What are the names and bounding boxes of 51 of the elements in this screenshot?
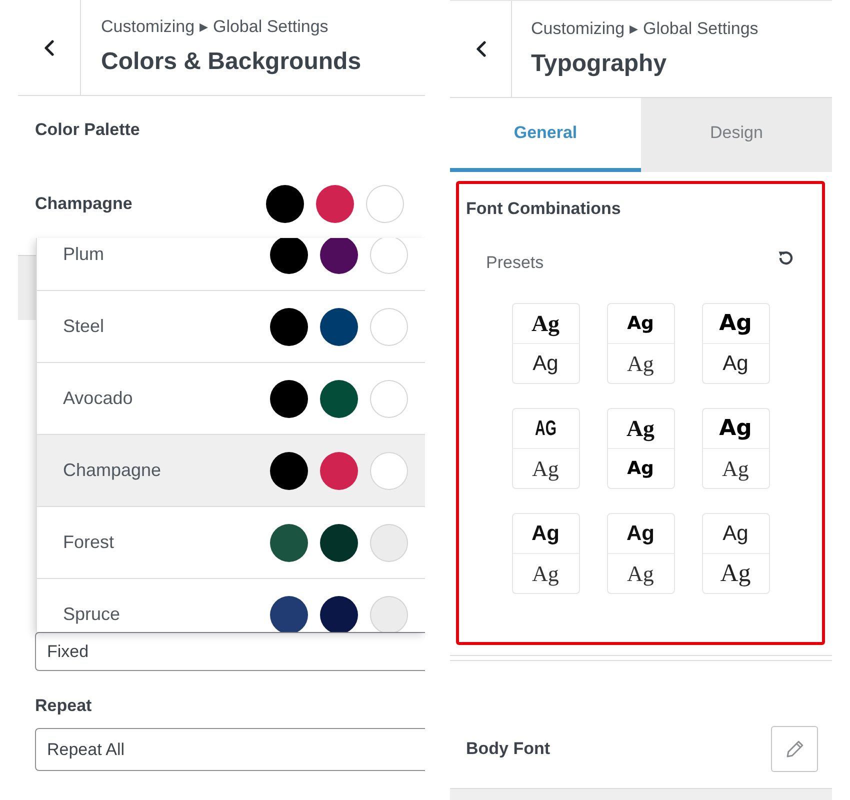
presets-label: Presets [486, 253, 544, 273]
palette-option[interactable]: Steel [37, 291, 425, 363]
section-label: Color Palette [35, 120, 140, 140]
reset-icon [778, 250, 794, 266]
font-preset[interactable]: Ag Ag [512, 513, 580, 594]
field-label: Body Font [466, 739, 550, 759]
body-sample: Ag [532, 458, 559, 480]
heading-sample: Ag [626, 417, 655, 440]
body-sample: Ag [720, 561, 751, 586]
breadcrumb-text: Customizing ▸ Global Settings [101, 17, 328, 37]
palette-option[interactable]: Forest [37, 507, 425, 579]
heading-sample: Ag [531, 312, 560, 335]
palette-name: Champagne [35, 194, 132, 214]
reset-button[interactable] [778, 250, 794, 266]
body-sample: Ag [627, 460, 654, 478]
body-sample: Ag [722, 353, 748, 374]
panel-title: Typography [531, 49, 667, 79]
palette-option[interactable]: Spruce [37, 579, 425, 632]
body-sample: Ag [532, 353, 558, 374]
repeat-select[interactable]: Repeat All [35, 728, 425, 771]
heading-sample: AG [534, 418, 556, 439]
heading-sample: Ag [719, 312, 752, 334]
edit-button[interactable] [771, 726, 818, 772]
body-sample: Ag [627, 352, 654, 374]
field-label: Repeat [35, 696, 92, 716]
breadcrumb-text: Customizing ▸ Global Settings [531, 19, 758, 39]
attachment-select[interactable]: Fixed [35, 632, 425, 671]
font-preset[interactable]: Ag Ag [702, 408, 770, 489]
heading-sample: Ag [627, 314, 654, 332]
font-preset[interactable]: Ag Ag [606, 303, 674, 384]
font-preset[interactable]: Ag Ag [512, 303, 580, 384]
font-preset[interactable]: Ag Ag [702, 303, 770, 384]
back-icon [476, 41, 486, 57]
back-icon [44, 40, 54, 56]
font-preset[interactable]: Ag Ag [606, 513, 674, 594]
body-sample: Ag [532, 562, 559, 584]
font-preset[interactable]: Ag Ag [702, 513, 770, 594]
font-preset[interactable]: AG Ag [512, 408, 580, 489]
body-sample: Ag [722, 458, 749, 480]
palette-option[interactable]: Avocado [37, 363, 425, 435]
pencil-icon [784, 739, 804, 759]
heading-sample: Ag [719, 418, 752, 440]
heading-sample: Ag [626, 523, 654, 544]
heading-sample: Ag [532, 523, 560, 544]
font-preset[interactable]: Ag Ag [606, 408, 674, 489]
heading-sample: Ag [722, 523, 748, 544]
palette-option[interactable]: Plum [37, 238, 425, 291]
palette-option[interactable]: Champagne [37, 435, 425, 507]
section-label: Font Combinations [466, 199, 621, 219]
body-sample: Ag [627, 562, 654, 584]
panel-title: Colors & Backgrounds [101, 47, 362, 77]
